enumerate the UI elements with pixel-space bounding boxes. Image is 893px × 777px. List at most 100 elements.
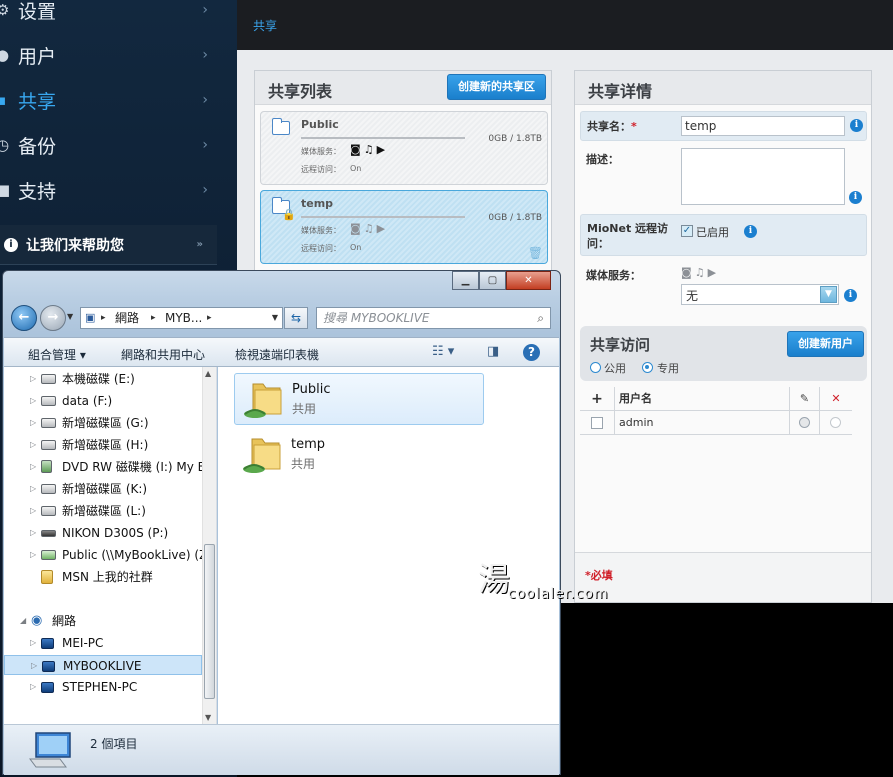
remote-label: 远程访问：	[301, 244, 341, 253]
share-detail-panel: 共享详情 共享名：* i 描述： i MioNet 远程访问： ✓ 已启用 i …	[574, 70, 872, 603]
public-radio[interactable]	[590, 362, 601, 373]
file-name: temp	[291, 437, 326, 452]
sidebar-item-support[interactable]: ■ 支持 ›	[0, 168, 220, 212]
top-bar: 共享	[237, 0, 893, 50]
address-segment[interactable]: 網路	[115, 308, 139, 328]
network-globe-icon: ◉	[31, 613, 43, 628]
info-icon[interactable]: i	[744, 225, 757, 238]
deny-radio[interactable]	[830, 417, 841, 428]
computer-icon	[41, 638, 54, 649]
scroll-up-icon[interactable]: ▲	[205, 369, 211, 378]
description-input[interactable]	[681, 148, 845, 205]
address-segment[interactable]: MYB...	[165, 308, 202, 328]
chevron-down-icon[interactable]: ▼	[820, 286, 837, 303]
share-name-input[interactable]	[681, 116, 845, 136]
preview-pane-icon[interactable]: ◨	[487, 344, 499, 359]
navigation-tree: ▷ 本機磁碟 (E:) ▷ data (F:) ▷ 新增磁碟區 (G:) ▷ 新增磁碟區…	[4, 367, 217, 724]
info-icon[interactable]: i	[844, 289, 857, 302]
info-icon[interactable]: i	[850, 119, 863, 132]
chevron-down-icon[interactable]: ▼	[272, 308, 278, 328]
file-type: 共用	[292, 402, 317, 416]
address-bar[interactable]: ▣ ▸ 網路 ▸ MYB... ▸ ▼	[80, 307, 283, 329]
tree-item[interactable]: ▷ 新增磁碟區 (L:)	[4, 501, 202, 521]
tree-item[interactable]: ▷ MEI-PC	[4, 633, 202, 653]
scroll-thumb[interactable]	[204, 544, 215, 699]
tree-item-selected[interactable]: ▷ MYBOOKLIVE	[4, 655, 202, 675]
history-dropdown-icon[interactable]: ▼	[67, 312, 73, 321]
expand-icon[interactable]: ▷	[30, 413, 36, 433]
expand-icon[interactable]: ▷	[30, 545, 36, 565]
tree-item-network[interactable]: ◢ ◉ 網路	[4, 611, 202, 631]
sidebar-item-users[interactable]: ● 用户 ›	[0, 33, 220, 77]
panel-header: 共享列表 创建新的共享区	[255, 71, 551, 105]
dvd-icon	[41, 460, 52, 473]
file-item-temp[interactable]: temp 共用	[234, 429, 484, 481]
help-box[interactable]: i 让我们来帮助您 »	[0, 225, 217, 265]
media-icons: ◙♫▶	[350, 143, 388, 156]
view-printers-button[interactable]: 檢視遠端印表機	[235, 346, 319, 363]
tree-item[interactable]: ▷ DVD RW 磁碟機 (I:) My Bo	[4, 457, 202, 477]
music-icon: ♫	[363, 143, 377, 156]
expand-icon[interactable]: ▷	[30, 391, 36, 411]
remote-enabled-label: 已启用	[696, 226, 729, 239]
expand-icon[interactable]: ▷	[30, 501, 36, 521]
public-radio-label: 公用	[604, 362, 626, 375]
info-icon[interactable]: i	[849, 191, 862, 204]
create-share-button[interactable]: 创建新的共享区	[447, 74, 546, 100]
scroll-down-icon[interactable]: ▼	[205, 713, 211, 722]
sidebar-item-label: 共享	[18, 90, 57, 113]
expand-icon[interactable]: ▷	[30, 369, 36, 389]
tree-item[interactable]: ▷ 新增磁碟區 (G:)	[4, 413, 202, 433]
expand-icon[interactable]: ▷	[30, 457, 36, 477]
sidebar-item-backup[interactable]: ◷ 备份 ›	[0, 123, 220, 167]
help-icon[interactable]: ?	[523, 344, 540, 361]
tree-item[interactable]: ▷ 本機磁碟 (E:)	[4, 369, 202, 389]
minimize-button[interactable]: ▁	[452, 271, 479, 290]
file-item-public[interactable]: Public 共用	[234, 373, 484, 425]
support-icon: ■	[0, 181, 11, 199]
share-row-temp[interactable]: 🔒 temp 0GB / 1.8TB 媒体服务： ◙♫▶ 远程访问： On 🗑	[260, 190, 548, 264]
collapse-icon[interactable]: ◢	[20, 611, 26, 631]
media-serving-value: 无	[686, 289, 699, 303]
maximize-button[interactable]: ▢	[479, 271, 506, 290]
expand-icon[interactable]: ▷	[30, 633, 36, 653]
row-checkbox[interactable]	[591, 417, 603, 429]
media-serving-select[interactable]: 无 ▼	[681, 284, 839, 305]
close-button[interactable]: ✕	[506, 271, 551, 290]
tree-item[interactable]: MSN 上我的社群	[4, 567, 202, 587]
gear-icon: ⚙	[0, 1, 10, 19]
add-user-icon[interactable]: +	[580, 387, 615, 411]
tree-item[interactable]: ▷ data (F:)	[4, 391, 202, 411]
organize-menu[interactable]: 組合管理 ▾	[28, 346, 86, 363]
search-input[interactable]: 搜尋 MYBOOKLIVE ⌕	[316, 307, 551, 329]
forward-button[interactable]: →	[40, 305, 66, 331]
full-access-radio[interactable]	[799, 417, 810, 428]
folder-icon	[41, 570, 53, 584]
breadcrumb[interactable]: 共享	[253, 17, 277, 34]
expand-icon[interactable]: ▷	[30, 523, 36, 543]
expand-icon[interactable]: ▷	[30, 677, 36, 697]
tree-item[interactable]: ▷ Public (\\MyBookLive) (Z	[4, 545, 202, 565]
tree-scrollbar[interactable]: ▲ ▼	[202, 367, 216, 724]
tree-item[interactable]: ▷ STEPHEN-PC	[4, 677, 202, 697]
search-icon[interactable]: ⌕	[537, 308, 544, 328]
expand-icon[interactable]: ▷	[30, 435, 36, 455]
sidebar-item-shares[interactable]: ▪ 共享 ›	[0, 78, 220, 122]
share-row-public[interactable]: Public 0GB / 1.8TB 媒体服务： ◙♫▶ 远程访问： On	[260, 111, 548, 185]
create-user-button[interactable]: 创建新用户	[787, 331, 864, 357]
expand-icon[interactable]: ▷	[31, 656, 37, 674]
network-center-button[interactable]: 網路和共用中心	[121, 346, 205, 363]
sidebar-item-settings[interactable]: ⚙ 设置 ›	[0, 0, 220, 32]
private-radio[interactable]	[642, 362, 653, 373]
back-button[interactable]: ←	[11, 305, 37, 331]
refresh-button[interactable]: ⇆	[284, 307, 308, 329]
tree-item[interactable]: ▷ NIKON D300S (P:)	[4, 523, 202, 543]
tree-item[interactable]: ▷ 新增磁碟區 (K:)	[4, 479, 202, 499]
view-options-icon[interactable]: ☷ ▾	[432, 344, 454, 359]
tree-item[interactable]: ▷ 新增磁碟區 (H:)	[4, 435, 202, 455]
trash-icon[interactable]: 🗑	[528, 246, 543, 260]
expand-icon[interactable]: »	[197, 239, 203, 250]
media-label: 媒体服务：	[301, 226, 341, 235]
expand-icon[interactable]: ▷	[30, 479, 36, 499]
remote-access-checkbox[interactable]: ✓	[681, 225, 693, 237]
